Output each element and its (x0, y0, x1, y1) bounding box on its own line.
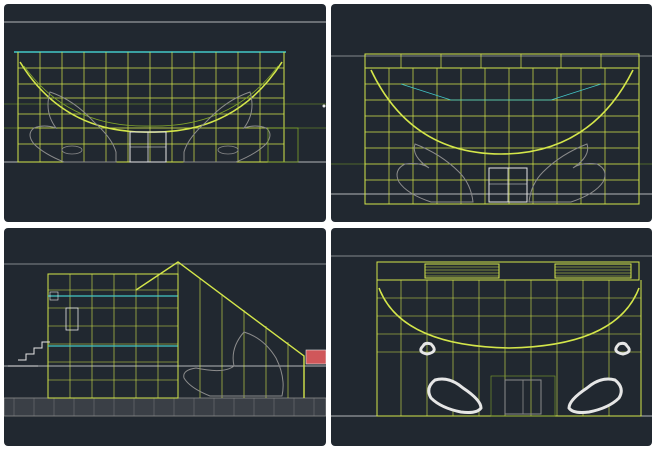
viewport-front-elevation[interactable] (4, 4, 326, 222)
stairs (18, 341, 50, 361)
curved-canopy (370, 69, 634, 155)
left-hand-loop (427, 377, 483, 414)
cad-drawing-grid (0, 0, 656, 450)
left-hand-sculpture (396, 143, 474, 203)
ground-slab (4, 397, 326, 417)
interior-door (65, 307, 79, 331)
outer-frame (17, 52, 285, 163)
outer-frame (364, 68, 640, 205)
rear-grid (365, 68, 639, 204)
sloped-roof (135, 261, 305, 398)
rear-elevation-drawing (331, 53, 652, 205)
right-fingertip-loop (614, 341, 631, 356)
front-grid (18, 52, 284, 162)
top-band (376, 261, 640, 281)
left-fingertip-loop (419, 341, 436, 356)
right-hand-sculpture (528, 143, 606, 203)
viewport-side-section[interactable] (4, 228, 326, 446)
viewport-rear-elevation[interactable] (331, 4, 652, 222)
curved-canopy (19, 61, 283, 133)
side-section-drawing (4, 261, 326, 417)
perspective-elevation-drawing (331, 255, 652, 417)
building-block (47, 273, 179, 399)
curved-canopy (378, 287, 640, 349)
front-elevation-drawing (4, 21, 326, 163)
hand-sculpture-side (183, 331, 284, 397)
right-hand-loop (567, 377, 623, 414)
red-element (305, 349, 326, 365)
viewport-perspective-elevation[interactable] (331, 228, 652, 446)
